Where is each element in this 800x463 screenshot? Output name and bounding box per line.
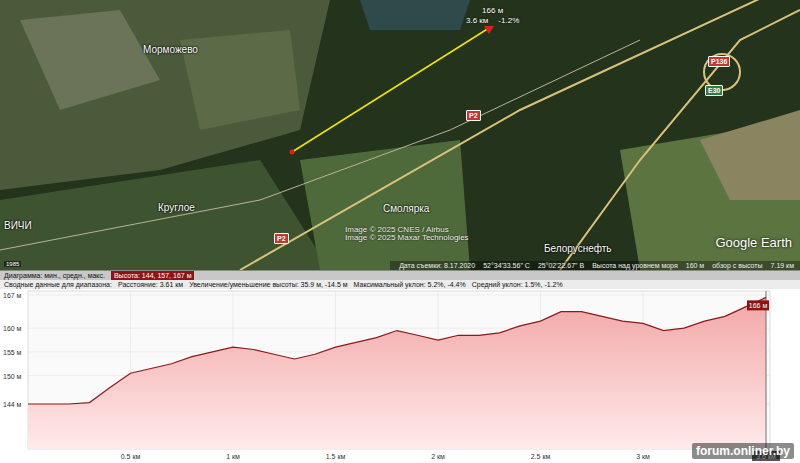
end-label: 166 м [749, 302, 768, 309]
place-label: Круглое [158, 202, 195, 213]
summary-item: Средний уклон: 1.5%, -1.2% [472, 280, 563, 289]
x-tick: 1.5 км [326, 453, 346, 460]
status-item: 25°02'22.67" В [538, 262, 584, 269]
x-tick: 2.5 км [531, 453, 551, 460]
history-year[interactable]: 1985 [4, 261, 21, 267]
summary-item: Сводные данные для диапазона: [4, 280, 112, 289]
google-earth-window: Морможево Круглое ВИЧИ Смолярка Белоруснефть… [0, 0, 800, 463]
place-label: Белоруснефть [544, 243, 612, 254]
status-item: Дата съемки: 8.17.2020 [399, 262, 475, 269]
summary-row: Сводные данные для диапазона: Расстояние:… [0, 280, 800, 289]
x-tick: 2 км [431, 453, 445, 460]
y-tick: 144 м [3, 401, 22, 408]
measure-line [292, 28, 489, 152]
x-tick: 0.5 км [121, 453, 141, 460]
place-label: ВИЧИ [4, 220, 32, 231]
status-item: обзор с высоты [712, 262, 762, 269]
x-tick: 3 км [636, 453, 650, 460]
road-sign: P2 [466, 110, 481, 121]
elevation-chart[interactable]: 167 м 160 м 155 м 150 м 144 м 0.5 км 1 км 1.5 к… [0, 289, 800, 463]
profile-title-row: Диаграмма: мин., средн., макс. Высота: 14… [0, 271, 800, 280]
y-tick: 155 м [3, 349, 22, 356]
road-sign: P2 [274, 233, 289, 244]
road-sign: E30 [705, 85, 723, 96]
google-earth-logo: Google Earth [715, 235, 792, 250]
watermark: forum.onliner.by [692, 443, 794, 459]
place-label: Смолярка [383, 203, 429, 214]
elevation-line [28, 297, 766, 404]
end-marker-icon [484, 26, 494, 34]
elevation-range: Высота: 144, 157, 167 м [111, 271, 195, 280]
summary-item: Расстояние: 3.61 км [118, 280, 183, 289]
summary-item: Увеличение/уменьшение высоты: 35.9 м, -1… [189, 280, 347, 289]
x-tick: 1 км [226, 453, 240, 460]
status-item: 52°34'33.56" С [483, 262, 530, 269]
place-label: Морможево [143, 44, 198, 55]
end-marker-label: 166 м3.6 км-1.2% [466, 6, 519, 26]
summary-item: Максимальный уклон: 5.2%, -4.4% [354, 280, 466, 289]
satellite-map[interactable]: Морможево Круглое ВИЧИ Смолярка Белоруснефть… [0, 0, 800, 270]
elevation-area [28, 297, 766, 449]
y-tick: 150 м [3, 373, 22, 380]
road-sign: P136 [708, 56, 730, 67]
y-tick: 160 м [3, 325, 22, 332]
status-item: 7.19 км [771, 262, 794, 269]
y-tick: 167 м [3, 292, 22, 299]
image-credit: Image © 2025 Maxar Technologies [345, 233, 469, 242]
status-bar: Дата съемки: 8.17.2020 52°34'33.56" С 25°0… [390, 261, 800, 270]
profile-label: Диаграмма: мин., средн., макс. [4, 271, 105, 280]
start-point-icon [290, 150, 295, 155]
status-item: Высота над уровнем моря [592, 262, 678, 269]
image-credit: Image © 2025 CNES / Airbus [345, 225, 449, 234]
status-item: 160 м [686, 262, 704, 269]
profile-header: Диаграмма: мин., средн., макс. Высота: 14… [0, 270, 800, 289]
chart-panel: 167 м 160 м 155 м 150 м 144 м 0.5 км 1 км 1.5 к… [0, 289, 800, 463]
